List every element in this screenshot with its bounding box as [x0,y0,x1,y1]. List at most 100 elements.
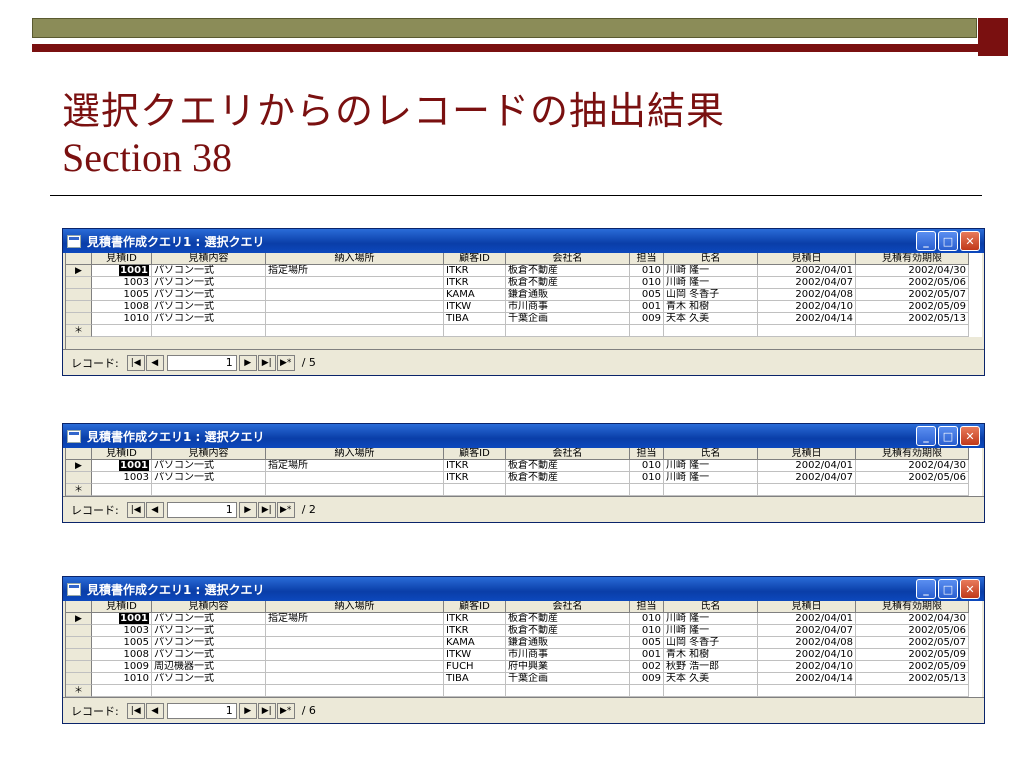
table-row[interactable]: ▶ 1001 パソコン一式 指定場所 ITKR 板倉不動産 010 川崎 隆一 2002/04/… [66,613,982,625]
cell-yuko-kigen[interactable]: 2002/04/30 [856,460,969,472]
cell-kokyaku-id-empty[interactable] [444,325,506,337]
column-header-naiyo[interactable]: 見積内容 [152,448,266,460]
column-header-basho[interactable]: 納入場所 [266,253,444,265]
header-selector[interactable] [66,448,92,460]
cell-yuko-kigen[interactable]: 2002/05/07 [856,637,969,649]
cell-kokyaku-id-empty[interactable] [444,685,506,697]
cell-kokyaku-id[interactable]: TIBA [444,673,506,685]
cell-id[interactable]: 1003 [92,625,152,637]
table-row[interactable]: 1010 パソコン一式 TIBA 千葉企画 009 天本 久美 2002/04/14 2002… [66,673,982,685]
cell-shimei-empty[interactable] [664,484,758,496]
table-row[interactable]: 1008 パソコン一式 ITKW 市川商事 001 青木 和樹 2002/04/10 2002… [66,301,982,313]
column-header-shimei[interactable]: 氏名 [664,253,758,265]
cell-mitsumori-bi[interactable]: 2002/04/07 [758,277,856,289]
cell-basho[interactable] [266,625,444,637]
cell-naiyo[interactable]: パソコン一式 [152,301,266,313]
cell-id-empty[interactable] [92,325,152,337]
column-header-mitsumori-bi[interactable]: 見積日 [758,253,856,265]
cell-yuko-kigen-empty[interactable] [856,325,969,337]
column-header-kokyaku-id[interactable]: 顧客ID [444,253,506,265]
cell-id[interactable]: 1005 [92,289,152,301]
column-header-yuko-kigen[interactable]: 見積有効期限 [856,253,969,265]
cell-basho[interactable] [266,289,444,301]
cell-tanto[interactable]: 002 [630,661,664,673]
cell-kokyaku-id[interactable]: ITKW [444,649,506,661]
prev-record-button[interactable]: ◀ [145,354,164,371]
cell-kokyaku-id[interactable]: ITKR [444,472,506,484]
cell-basho[interactable] [266,661,444,673]
cell-basho-empty[interactable] [266,484,444,496]
cell-basho[interactable] [266,637,444,649]
cell-kokyaku-id[interactable]: ITKR [444,625,506,637]
cell-tanto[interactable]: 010 [630,625,664,637]
new-record-row[interactable]: ＊ [66,685,982,697]
minimize-button[interactable]: _ [916,426,936,446]
query-window-2[interactable]: 見積書作成クエリ1 : 選択クエリ _ □ ✕ 見積ID 見積内容 納入場所 顧客ID 会社名担… [62,423,985,523]
column-header-yuko-kigen[interactable]: 見積有効期限 [856,601,969,613]
cell-kaisha[interactable]: 板倉不動産 [506,613,630,625]
cell-tanto-empty[interactable] [630,325,664,337]
table-row[interactable]: 1008 パソコン一式 ITKW 市川商事 001 青木 和樹 2002/04/10 2002… [66,649,982,661]
cell-id[interactable]: 1003 [92,277,152,289]
cell-naiyo[interactable]: 周辺機器一式 [152,661,266,673]
cell-kokyaku-id[interactable]: ITKR [444,460,506,472]
new-record-selector[interactable]: ＊ [66,685,92,697]
cell-yuko-kigen[interactable]: 2002/05/06 [856,472,969,484]
cell-mitsumori-bi-empty[interactable] [758,484,856,496]
cell-kaisha[interactable]: 市川商事 [506,649,630,661]
cell-yuko-kigen[interactable]: 2002/05/09 [856,649,969,661]
prev-record-button[interactable]: ◀ [145,501,164,518]
cell-kaisha-empty[interactable] [506,325,630,337]
cell-kaisha-empty[interactable] [506,484,630,496]
cell-id[interactable]: 1008 [92,649,152,661]
close-button[interactable]: ✕ [960,426,980,446]
cell-yuko-kigen[interactable]: 2002/05/06 [856,277,969,289]
cell-shimei[interactable]: 青木 和樹 [664,301,758,313]
cell-tanto[interactable]: 005 [630,637,664,649]
cell-naiyo[interactable]: パソコン一式 [152,649,266,661]
cell-shimei[interactable]: 天本 久美 [664,313,758,325]
cell-basho[interactable] [266,649,444,661]
query-window-1[interactable]: 見積書作成クエリ1 : 選択クエリ _ □ ✕ 見積ID 見積内容 納入場所 顧客ID 会社名担… [62,228,985,376]
new-record-button[interactable]: ▶* [276,702,295,719]
cell-id[interactable]: 1008 [92,301,152,313]
maximize-button[interactable]: □ [938,426,958,446]
title-bar[interactable]: 見積書作成クエリ1 : 選択クエリ _ □ ✕ [63,229,984,253]
table-row[interactable]: 1003 パソコン一式 ITKR 板倉不動産 010 川崎 隆一 2002/04/07 200… [66,625,982,637]
last-record-button[interactable]: ▶| [257,501,276,518]
cell-naiyo-empty[interactable] [152,325,266,337]
record-selector[interactable] [66,673,92,685]
cell-shimei[interactable]: 川崎 隆一 [664,265,758,277]
cell-mitsumori-bi[interactable]: 2002/04/14 [758,673,856,685]
next-record-button[interactable]: ▶ [238,354,257,371]
cell-basho[interactable] [266,301,444,313]
title-bar[interactable]: 見積書作成クエリ1 : 選択クエリ _ □ ✕ [63,424,984,448]
cell-basho[interactable]: 指定場所 [266,613,444,625]
cell-tanto[interactable]: 009 [630,673,664,685]
record-selector[interactable] [66,472,92,484]
cell-tanto[interactable]: 010 [630,472,664,484]
cell-yuko-kigen[interactable]: 2002/05/09 [856,661,969,673]
column-header-basho[interactable]: 納入場所 [266,448,444,460]
column-header-kaisha[interactable]: 会社名 [506,448,630,460]
cell-kokyaku-id-empty[interactable] [444,484,506,496]
record-selector[interactable] [66,661,92,673]
minimize-button[interactable]: _ [916,579,936,599]
record-selector[interactable]: ▶ [66,460,92,472]
column-header-tanto[interactable]: 担当 [630,253,664,265]
cell-mitsumori-bi-empty[interactable] [758,325,856,337]
record-number-input[interactable]: 1 [166,501,237,518]
last-record-button[interactable]: ▶| [257,354,276,371]
column-header-kokyaku-id[interactable]: 顧客ID [444,601,506,613]
record-selector[interactable]: ▶ [66,265,92,277]
cell-id[interactable]: 1010 [92,673,152,685]
cell-yuko-kigen[interactable]: 2002/05/09 [856,301,969,313]
header-selector[interactable] [66,601,92,613]
cell-tanto[interactable]: 010 [630,613,664,625]
cell-naiyo[interactable]: パソコン一式 [152,472,266,484]
cell-kokyaku-id[interactable]: ITKR [444,265,506,277]
cell-shimei[interactable]: 天本 久美 [664,673,758,685]
record-selector[interactable] [66,637,92,649]
cell-tanto-empty[interactable] [630,685,664,697]
cell-kaisha[interactable]: 鎌倉通販 [506,289,630,301]
